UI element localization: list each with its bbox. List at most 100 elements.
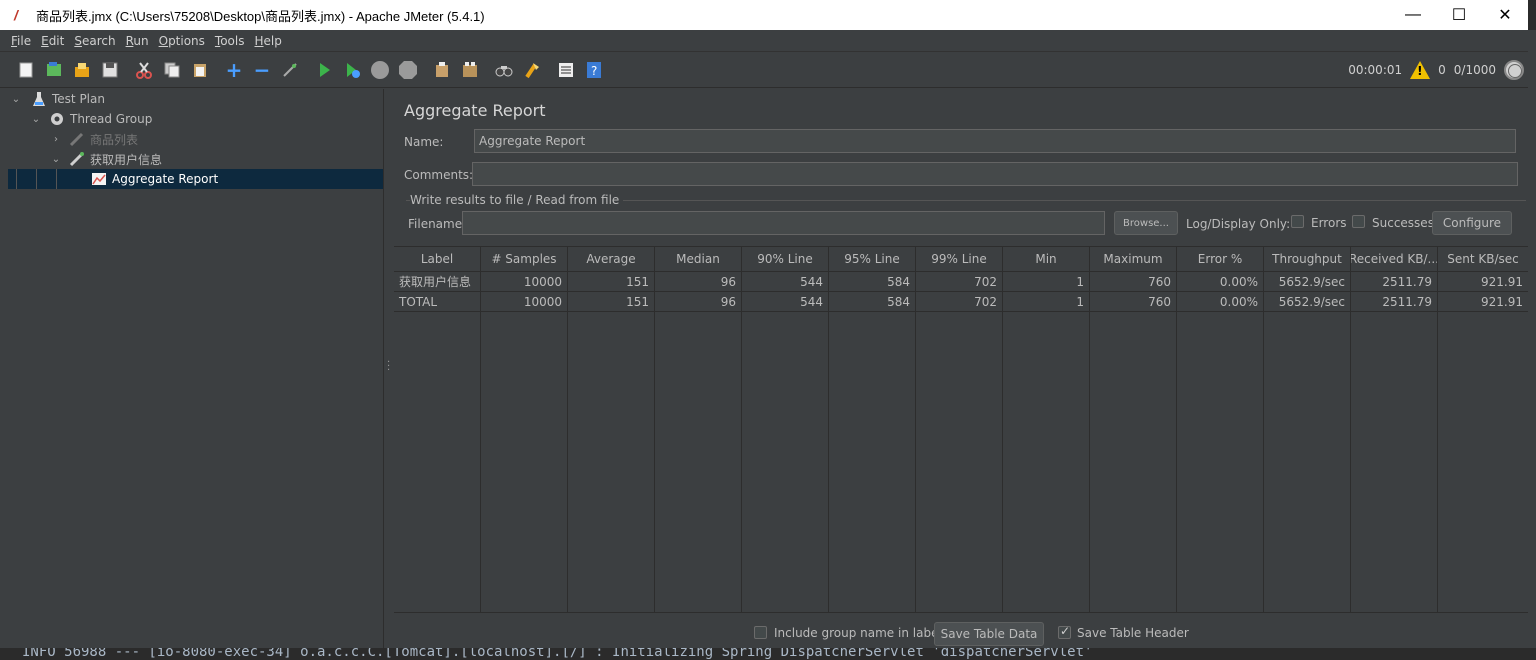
copy-icon[interactable] — [160, 58, 184, 82]
chevron-down-icon[interactable]: ⌄ — [30, 114, 42, 125]
name-field[interactable]: Aggregate Report — [474, 129, 1516, 153]
column-header[interactable]: 90% Line — [742, 247, 829, 271]
name-label: Name: — [404, 135, 444, 149]
stop-icon[interactable] — [368, 58, 392, 82]
errors-label: Errors — [1311, 216, 1347, 230]
new-icon[interactable] — [14, 58, 38, 82]
start-no-pauses-icon[interactable] — [340, 58, 364, 82]
column-header[interactable]: 99% Line — [916, 247, 1003, 271]
errors-checkbox[interactable] — [1291, 215, 1304, 228]
table-row[interactable]: TOTAL 10000 151 96 544 584 702 1 760 0.0… — [394, 292, 1528, 312]
column-header[interactable]: Median — [655, 247, 742, 271]
grid-line — [1002, 272, 1003, 612]
chevron-down-icon[interactable]: ⌄ — [50, 154, 62, 165]
thread-count: 0/1000 — [1453, 63, 1496, 77]
column-header[interactable]: Maximum — [1090, 247, 1177, 271]
tree-guide-line — [16, 169, 17, 189]
expand-all-icon[interactable]: + — [222, 58, 246, 82]
column-header[interactable]: Sent KB/sec — [1438, 247, 1528, 271]
jmeter-feather-icon: / — [14, 7, 18, 23]
chevron-down-icon[interactable]: ⌄ — [10, 94, 22, 105]
save-icon[interactable] — [98, 58, 122, 82]
grid-line — [1437, 272, 1438, 612]
table-cell: 544 — [742, 272, 829, 291]
background-console-line: INFO 56988 --- [io-8080-exec-34] o.a.c.c… — [0, 648, 1536, 660]
column-header[interactable]: Error % — [1177, 247, 1264, 271]
save-table-data-button[interactable]: Save Table Data — [934, 622, 1044, 646]
collapse-all-icon[interactable]: − — [250, 58, 274, 82]
menu-file[interactable]: File — [6, 34, 36, 48]
comments-field[interactable] — [472, 162, 1518, 186]
cut-icon[interactable] — [132, 58, 156, 82]
column-header[interactable]: Label — [394, 247, 481, 271]
table-cell: 760 — [1090, 272, 1177, 291]
table-cell: 5652.9/sec — [1264, 292, 1351, 311]
column-header[interactable]: Average — [568, 247, 655, 271]
menu-tools[interactable]: Tools — [210, 34, 250, 48]
open-icon[interactable] — [70, 58, 94, 82]
menu-tools-label: ools — [220, 33, 245, 48]
table-cell: 702 — [916, 272, 1003, 291]
table-actions-bar: Include group name in label? Save Table … — [394, 612, 1528, 648]
toolbar: + − ? 00:00:01 0 0/1000 — [0, 52, 1528, 88]
configure-button[interactable]: Configure — [1432, 211, 1512, 235]
successes-checkbox[interactable] — [1352, 215, 1365, 228]
search-icon[interactable] — [492, 58, 516, 82]
table-cell: 1 — [1003, 292, 1090, 311]
minimize-button[interactable]: — — [1390, 0, 1436, 30]
tree-item-sampler[interactable]: ⌄ 获取用户信息 — [8, 149, 383, 169]
menu-options[interactable]: Options — [154, 34, 210, 48]
close-button[interactable]: ✕ — [1482, 0, 1528, 30]
flask-icon — [30, 90, 48, 108]
filename-input[interactable] — [462, 211, 1105, 235]
tree-item-thread-group[interactable]: ⌄ Thread Group — [8, 109, 383, 129]
paste-icon[interactable] — [188, 58, 212, 82]
shutdown-icon[interactable] — [396, 58, 420, 82]
tree-item-test-plan[interactable]: ⌄ Test Plan — [8, 89, 383, 109]
templates-icon[interactable] — [42, 58, 66, 82]
split-pane-divider[interactable]: · · · — [384, 89, 394, 648]
menu-run-label: un — [133, 33, 149, 48]
table-cell: 96 — [655, 272, 742, 291]
table-cell: 151 — [568, 292, 655, 311]
menu-search[interactable]: Search — [69, 34, 120, 48]
elapsed-time: 00:00:01 — [1348, 63, 1403, 77]
column-header[interactable]: # Samples — [481, 247, 568, 271]
clear-icon[interactable] — [430, 58, 454, 82]
table-cell: 5652.9/sec — [1264, 272, 1351, 291]
drag-handle-icon[interactable]: · · · — [387, 358, 390, 376]
tree-item-aggregate-report[interactable]: Aggregate Report — [8, 169, 383, 189]
maximize-button[interactable]: ☐ — [1436, 0, 1482, 30]
browse-button[interactable]: Browse... — [1114, 211, 1178, 235]
window-title: 商品列表.jmx (C:\Users\75208\Desktop\商品列表.jm… — [36, 8, 485, 24]
column-header[interactable]: 95% Line — [829, 247, 916, 271]
toggle-icon[interactable] — [278, 58, 302, 82]
column-header[interactable]: Throughput — [1264, 247, 1351, 271]
column-header[interactable]: Min — [1003, 247, 1090, 271]
chevron-right-icon[interactable]: › — [50, 134, 62, 145]
menu-bar: File Edit Search Run Options Tools Help — [0, 30, 1528, 52]
grid-line — [1089, 272, 1090, 612]
help-icon[interactable]: ? — [582, 58, 606, 82]
menu-edit[interactable]: Edit — [36, 34, 69, 48]
include-group-name-checkbox[interactable] — [754, 626, 767, 639]
table-cell: 2511.79 — [1351, 272, 1438, 291]
table-row[interactable]: 获取用户信息 10000 151 96 544 584 702 1 760 0.… — [394, 272, 1528, 292]
table-header: Label # Samples Average Median 90% Line … — [394, 246, 1528, 272]
start-icon[interactable] — [312, 58, 336, 82]
menu-help[interactable]: Help — [250, 34, 287, 48]
reset-search-icon[interactable] — [520, 58, 544, 82]
clear-all-icon[interactable] — [458, 58, 482, 82]
warning-icon[interactable] — [1410, 61, 1431, 79]
aggregate-report-panel: Aggregate Report Name: Aggregate Report … — [394, 89, 1528, 648]
grid-line — [1263, 272, 1264, 612]
file-group-title: Write results to file / Read from file — [410, 193, 624, 207]
tree-item-sampler-disabled[interactable]: › 商品列表 — [8, 129, 383, 149]
table-cell: 921.91 — [1481, 294, 1523, 309]
function-helper-icon[interactable] — [554, 58, 578, 82]
menu-run[interactable]: Run — [121, 34, 154, 48]
save-table-header-checkbox[interactable] — [1058, 624, 1071, 639]
grid-line — [480, 272, 481, 612]
include-group-name-label: Include group name in label? — [774, 626, 949, 640]
column-header[interactable]: Received KB/... — [1351, 247, 1438, 271]
